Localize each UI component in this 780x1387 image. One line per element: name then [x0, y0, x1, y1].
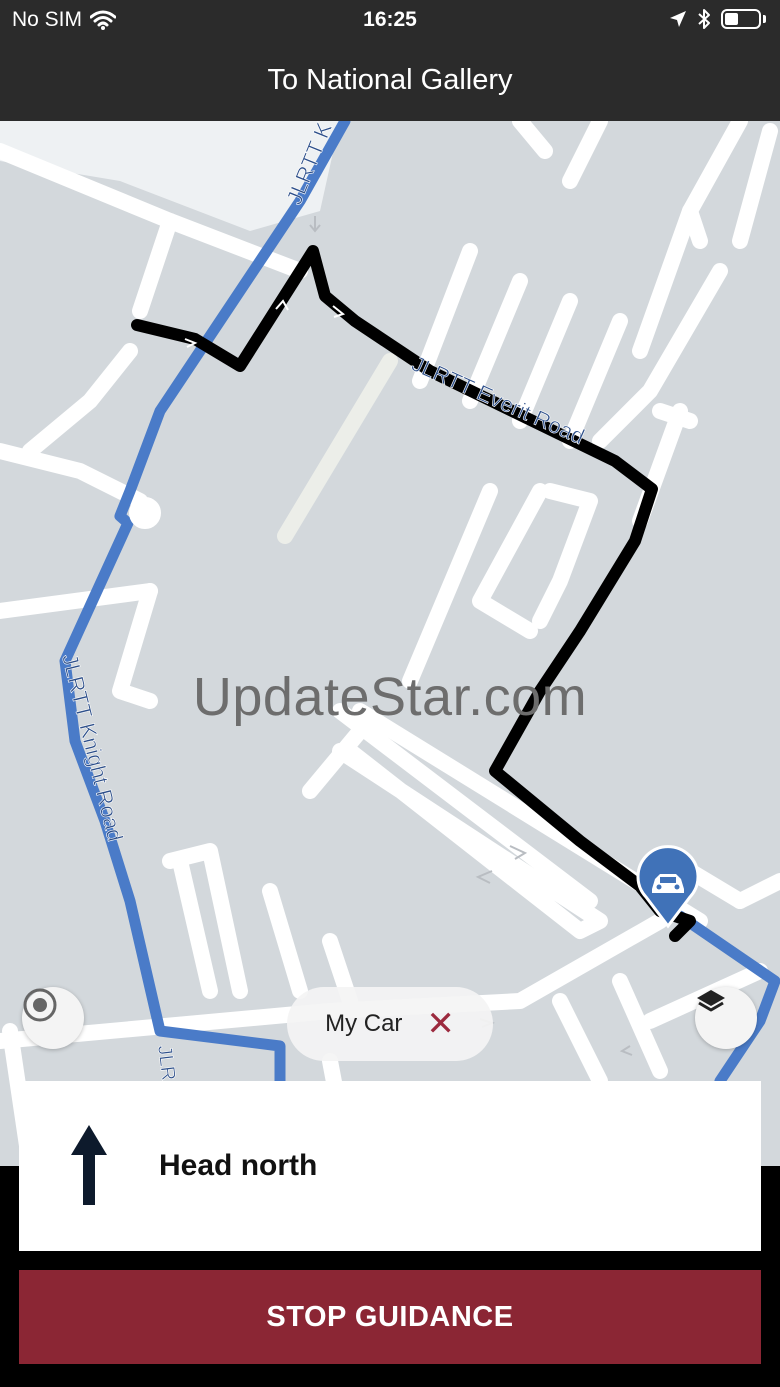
map-view[interactable]: JLRTT K JLRTT Everit Road JLRTT Knight R… [0, 121, 780, 1166]
everit-road-label: JLRTT Everit Road [408, 351, 588, 450]
location-arrow-icon [670, 11, 686, 27]
roundabout [129, 497, 161, 529]
locate-icon [23, 988, 57, 1022]
arrow-up-icon [71, 1125, 107, 1205]
my-car-chip[interactable]: My Car ✕ [287, 987, 493, 1061]
bottom-road-label: JLR [153, 1044, 179, 1082]
bluetooth-icon [698, 9, 710, 29]
layers-button[interactable] [695, 987, 757, 1049]
page-title: To National Gallery [267, 64, 513, 96]
locate-button[interactable] [22, 987, 84, 1049]
watermark: UpdateStar.com [192, 667, 588, 727]
footpath [277, 353, 398, 544]
instruction-arrow [19, 1125, 159, 1207]
status-right [669, 8, 766, 30]
instruction-text: Head north [159, 1149, 318, 1182]
status-bar: No SIM 16:25 [0, 0, 780, 40]
battery-icon [721, 9, 761, 29]
stop-guidance-button[interactable]: STOP GUIDANCE [19, 1270, 761, 1364]
status-time: 16:25 [363, 8, 417, 31]
battery-level [725, 13, 738, 25]
header: To National Gallery [0, 40, 780, 121]
instruction-card: Head north [19, 1081, 761, 1251]
battery-nub [763, 15, 766, 23]
close-icon[interactable]: ✕ [426, 1007, 455, 1041]
layers-icon [697, 990, 725, 1012]
chip-label: My Car [325, 1010, 403, 1037]
